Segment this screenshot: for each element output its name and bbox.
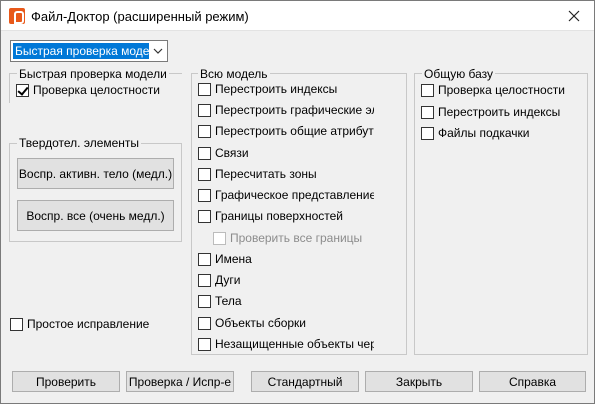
- checkbox-recalc-zones[interactable]: Пересчитать зоны: [198, 166, 374, 182]
- whole-model-title: Всю модель: [198, 67, 270, 81]
- checkbox-arcs[interactable]: Дуги: [198, 272, 374, 288]
- file-doctor-dialog: Файл-Доктор (расширенный режим) Быстрая …: [0, 0, 595, 404]
- repair-active-body-button[interactable]: Воспр. активн. тело (медл.): [17, 158, 174, 189]
- solids-title: Твердотел. элементы: [17, 136, 142, 150]
- checkbox-box[interactable]: [198, 337, 211, 351]
- checkbox-base-integrity[interactable]: Проверка целостности: [421, 82, 565, 98]
- checkbox-label: Перестроить общие атрибуты: [215, 124, 374, 138]
- window-title: Файл-Доктор (расширенный режим): [31, 9, 249, 24]
- checkbox-rebuild-indexes[interactable]: Перестроить индексы: [198, 81, 374, 97]
- checkbox-swap-files[interactable]: Файлы подкачки: [421, 125, 530, 141]
- help-button[interactable]: Справка: [479, 371, 586, 392]
- checkbox-box[interactable]: [198, 273, 211, 287]
- mode-dropdown-value: Быстрая проверка моде: [13, 43, 149, 59]
- checkbox-box[interactable]: [421, 126, 434, 140]
- checkbox-label: Незащищенные объекты чер: [215, 337, 374, 351]
- close-button[interactable]: [560, 5, 588, 27]
- checkbox-label: Перестроить индексы: [215, 82, 338, 96]
- checkbox-label: Проверить все границы: [230, 231, 363, 245]
- checkbox-box[interactable]: [213, 231, 226, 245]
- checkbox-links[interactable]: Связи: [198, 145, 374, 161]
- checkbox-label: Пересчитать зоны: [215, 167, 317, 181]
- checkbox-box[interactable]: [421, 105, 434, 119]
- chevron-down-icon: [153, 48, 163, 54]
- app-logo-icon: [9, 8, 25, 24]
- checkbox-box[interactable]: [10, 317, 23, 331]
- checkbox-unprotected-objects[interactable]: Незащищенные объекты чер: [198, 336, 374, 352]
- checkbox-surface-boundaries[interactable]: Границы поверхностей: [198, 208, 374, 224]
- checkbox-box[interactable]: [198, 82, 211, 96]
- checkbox-rebuild-attributes[interactable]: Перестроить общие атрибуты: [198, 123, 374, 139]
- checkbox-box[interactable]: [198, 103, 211, 117]
- checkbox-box[interactable]: [198, 316, 211, 330]
- close-icon: [568, 10, 580, 22]
- checkbox-box[interactable]: [198, 294, 211, 308]
- checkbox-graphic-representation[interactable]: Графическое представление: [198, 187, 374, 203]
- checkbox-box[interactable]: [198, 209, 211, 223]
- checkbox-label: Границы поверхностей: [215, 209, 343, 223]
- quick-check-title: Быстрая проверка модели: [17, 67, 169, 81]
- checkbox-label: Дуги: [215, 273, 241, 287]
- repair-all-button[interactable]: Воспр. все (очень медл.): [17, 200, 174, 231]
- checkbox-bodies[interactable]: Тела: [198, 293, 374, 309]
- standard-button[interactable]: Стандартный: [251, 371, 359, 392]
- checkbox-label: Простое исправление: [27, 317, 150, 331]
- checkbox-base-rebuild-indexes[interactable]: Перестроить индексы: [421, 104, 560, 120]
- checkbox-label: Имена: [215, 252, 252, 266]
- checkbox-box[interactable]: [198, 124, 211, 138]
- checkbox-label: Графическое представление: [215, 188, 374, 202]
- checkbox-label: Объекты сборки: [215, 316, 306, 330]
- checkbox-label: Проверка целостности: [438, 83, 565, 97]
- checkbox-rebuild-graphics[interactable]: Перестроить графические эл: [198, 102, 374, 118]
- checkbox-label: Перестроить индексы: [438, 105, 561, 119]
- mode-dropdown[interactable]: Быстрая проверка моде: [10, 40, 168, 62]
- check-button[interactable]: Проверить: [12, 371, 120, 392]
- check-fix-button[interactable]: Проверка / Испр-е: [126, 371, 234, 392]
- checkbox-box[interactable]: [198, 167, 211, 181]
- checkbox-label: Перестроить графические эл: [215, 103, 374, 117]
- checkbox-box[interactable]: [198, 146, 211, 160]
- checkbox-label: Связи: [215, 146, 249, 160]
- checkbox-integrity-check[interactable]: Проверка целостности: [16, 82, 160, 98]
- checkbox-box[interactable]: [198, 252, 211, 266]
- checkbox-box[interactable]: [198, 188, 211, 202]
- checkbox-label: Файлы подкачки: [438, 126, 530, 140]
- checkbox-box[interactable]: [16, 83, 29, 97]
- common-base-title: Общую базу: [422, 67, 496, 81]
- title-bar[interactable]: Файл-Доктор (расширенный режим): [1, 1, 594, 31]
- checkbox-names[interactable]: Имена: [198, 251, 374, 267]
- checkbox-assembly-objects[interactable]: Объекты сборки: [198, 315, 374, 331]
- checkbox-check-all-boundaries[interactable]: Проверить все границы: [213, 230, 373, 246]
- checkbox-label: Тела: [215, 294, 242, 308]
- checkbox-box[interactable]: [421, 83, 434, 97]
- close-dialog-button[interactable]: Закрыть: [365, 371, 473, 392]
- checkbox-simple-fix[interactable]: Простое исправление: [10, 316, 149, 332]
- checkbox-label: Проверка целостности: [33, 83, 160, 97]
